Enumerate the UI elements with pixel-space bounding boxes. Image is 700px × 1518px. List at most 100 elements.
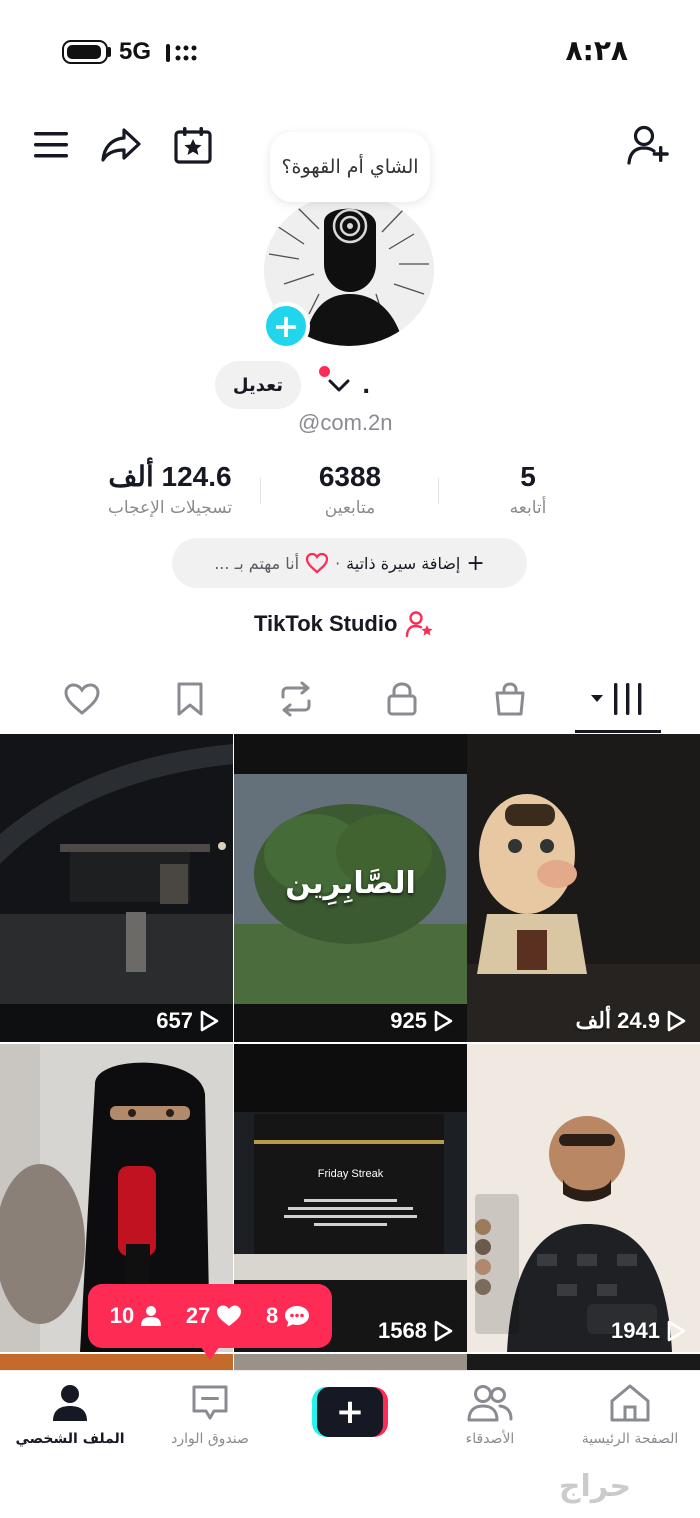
videos-grid-tab[interactable]	[588, 676, 648, 722]
followers-count: 6388	[318, 461, 382, 492]
stat-following[interactable]: 5 أتابعه	[468, 460, 588, 522]
username: @com.2n	[298, 410, 393, 435]
status-bar: 5G ٨:٢٨	[0, 0, 700, 100]
play-icon	[667, 1010, 686, 1032]
nav-home[interactable]: الصفحة الرئيسية	[560, 1381, 700, 1461]
plus-icon: +	[466, 550, 485, 576]
notification-dot	[319, 366, 330, 377]
interests-label[interactable]: أنا مهتم بـ ...	[214, 554, 299, 573]
signal-icon	[166, 44, 197, 62]
stat-followers[interactable]: 6388 متابعين	[280, 460, 420, 522]
caption-line	[284, 1215, 417, 1218]
repost-icon	[281, 681, 311, 717]
video-overlay-text: Friday Streak	[317, 1168, 384, 1180]
add-bio-label[interactable]: إضافة سيرة ذاتية	[346, 554, 460, 573]
view-count-text: 657	[156, 1008, 193, 1033]
heart-outline-icon	[305, 552, 329, 574]
home-icon	[610, 1384, 650, 1422]
comment-icon	[285, 1306, 310, 1327]
nav-profile[interactable]: الملف الشخصي	[0, 1381, 140, 1461]
liked-tab[interactable]	[52, 676, 112, 722]
friends-icon	[467, 1385, 513, 1422]
video-grid: 24.9 ألف الصَّابِرِين 925 657 1941 Frida…	[0, 734, 700, 1374]
activity-notification[interactable]: 10 27 8	[88, 1284, 332, 1348]
comment-avatar	[475, 1279, 491, 1295]
likes-count: 124.6 ألف	[108, 461, 232, 492]
studio-icon	[406, 611, 433, 638]
stat-divider	[438, 478, 439, 504]
caption-line	[288, 1207, 413, 1210]
bio-separator: ·	[335, 553, 341, 573]
add-avatar-button[interactable]: +	[262, 302, 310, 350]
stat-likes[interactable]: 124.6 ألف تسجيلات الإعجاب	[90, 460, 250, 522]
video-tile[interactable]: 24.9 ألف	[467, 734, 700, 1042]
comment-avatar	[475, 1219, 491, 1235]
comment-avatar	[475, 1239, 491, 1255]
bottom-navigation: الصفحة الرئيسية الأصدقاء + صندوق الوارد …	[0, 1370, 700, 1518]
likes-count-badge: 27	[185, 1303, 211, 1328]
studio-label: TikTok Studio	[254, 611, 398, 636]
view-count: 1568	[378, 1318, 453, 1344]
view-count: 1941	[611, 1318, 686, 1344]
battery-icon	[62, 40, 108, 64]
view-count-text: 925	[390, 1008, 427, 1033]
comments-count-badge: 8	[265, 1303, 279, 1328]
nav-friends-label: الأصدقاء	[465, 1431, 515, 1447]
caption-line	[304, 1199, 397, 1202]
following-count: 5	[520, 461, 536, 492]
inbox-icon	[192, 1385, 228, 1420]
view-count: 925	[390, 1008, 453, 1034]
menu-icon[interactable]	[28, 122, 74, 168]
play-icon	[434, 1010, 453, 1032]
video-overlay-text: الصَّابِرِين	[285, 866, 416, 901]
play-icon	[434, 1320, 453, 1342]
watermark: حراج	[558, 1469, 632, 1504]
play-icon	[200, 1010, 219, 1032]
heart-filled-icon	[217, 1305, 242, 1326]
repost-tab[interactable]	[266, 676, 326, 722]
battery-fill	[67, 45, 101, 59]
shop-tab[interactable]	[480, 676, 540, 722]
view-count-text: 24.9 ألف	[575, 1008, 660, 1033]
lock-icon	[387, 682, 417, 716]
battery-tip	[108, 47, 111, 57]
nav-home-label: الصفحة الرئيسية	[581, 1431, 679, 1447]
live-comments	[475, 1219, 491, 1299]
favorites-tab[interactable]	[160, 676, 220, 722]
create-button[interactable]: +	[312, 1387, 388, 1437]
nav-inbox[interactable]: صندوق الوارد	[140, 1381, 280, 1461]
grid-dropdown-icon	[591, 683, 642, 715]
view-count-text: 1568	[378, 1318, 427, 1343]
bio-pill[interactable]: + إضافة سيرة ذاتية · أنا مهتم بـ ...	[172, 538, 527, 588]
view-count-text: 1941	[611, 1318, 660, 1343]
tiktok-studio-link[interactable]: TikTok Studio	[254, 610, 435, 638]
new-likes: 27	[186, 1303, 242, 1329]
video-tile[interactable]: الصَّابِرِين 925	[234, 734, 467, 1042]
nav-friends[interactable]: الأصدقاء	[420, 1381, 560, 1461]
profile-tabs	[0, 666, 700, 734]
new-followers: 10	[110, 1303, 162, 1329]
note-bubble[interactable]: الشاي أم القهوة؟	[270, 132, 430, 202]
likes-label: تسجيلات الإعجاب	[107, 498, 233, 518]
heart-icon	[64, 683, 100, 715]
edit-profile-button[interactable]: تعديل	[215, 361, 301, 409]
active-tab-indicator	[575, 730, 661, 733]
network-type: 5G	[119, 38, 152, 65]
video-tile[interactable]: 657	[0, 734, 233, 1042]
profile-icon	[53, 1385, 87, 1421]
add-friend-icon[interactable]	[626, 122, 672, 168]
create-button-label: +	[317, 1387, 383, 1437]
private-tab[interactable]	[372, 676, 432, 722]
new-comments: 8	[266, 1303, 310, 1329]
video-caption-lines	[284, 1194, 417, 1231]
person-icon	[141, 1306, 162, 1326]
view-count: 24.9 ألف	[575, 1008, 686, 1034]
stat-divider	[260, 478, 261, 504]
following-label: أتابعه	[509, 498, 547, 518]
share-icon[interactable]	[98, 122, 144, 168]
caption-line	[314, 1223, 387, 1226]
display-name: .	[362, 374, 371, 399]
video-tile[interactable]: 1941	[467, 1044, 700, 1352]
nav-inbox-label: صندوق الوارد	[171, 1431, 249, 1447]
calendar-star-icon[interactable]	[170, 122, 216, 168]
